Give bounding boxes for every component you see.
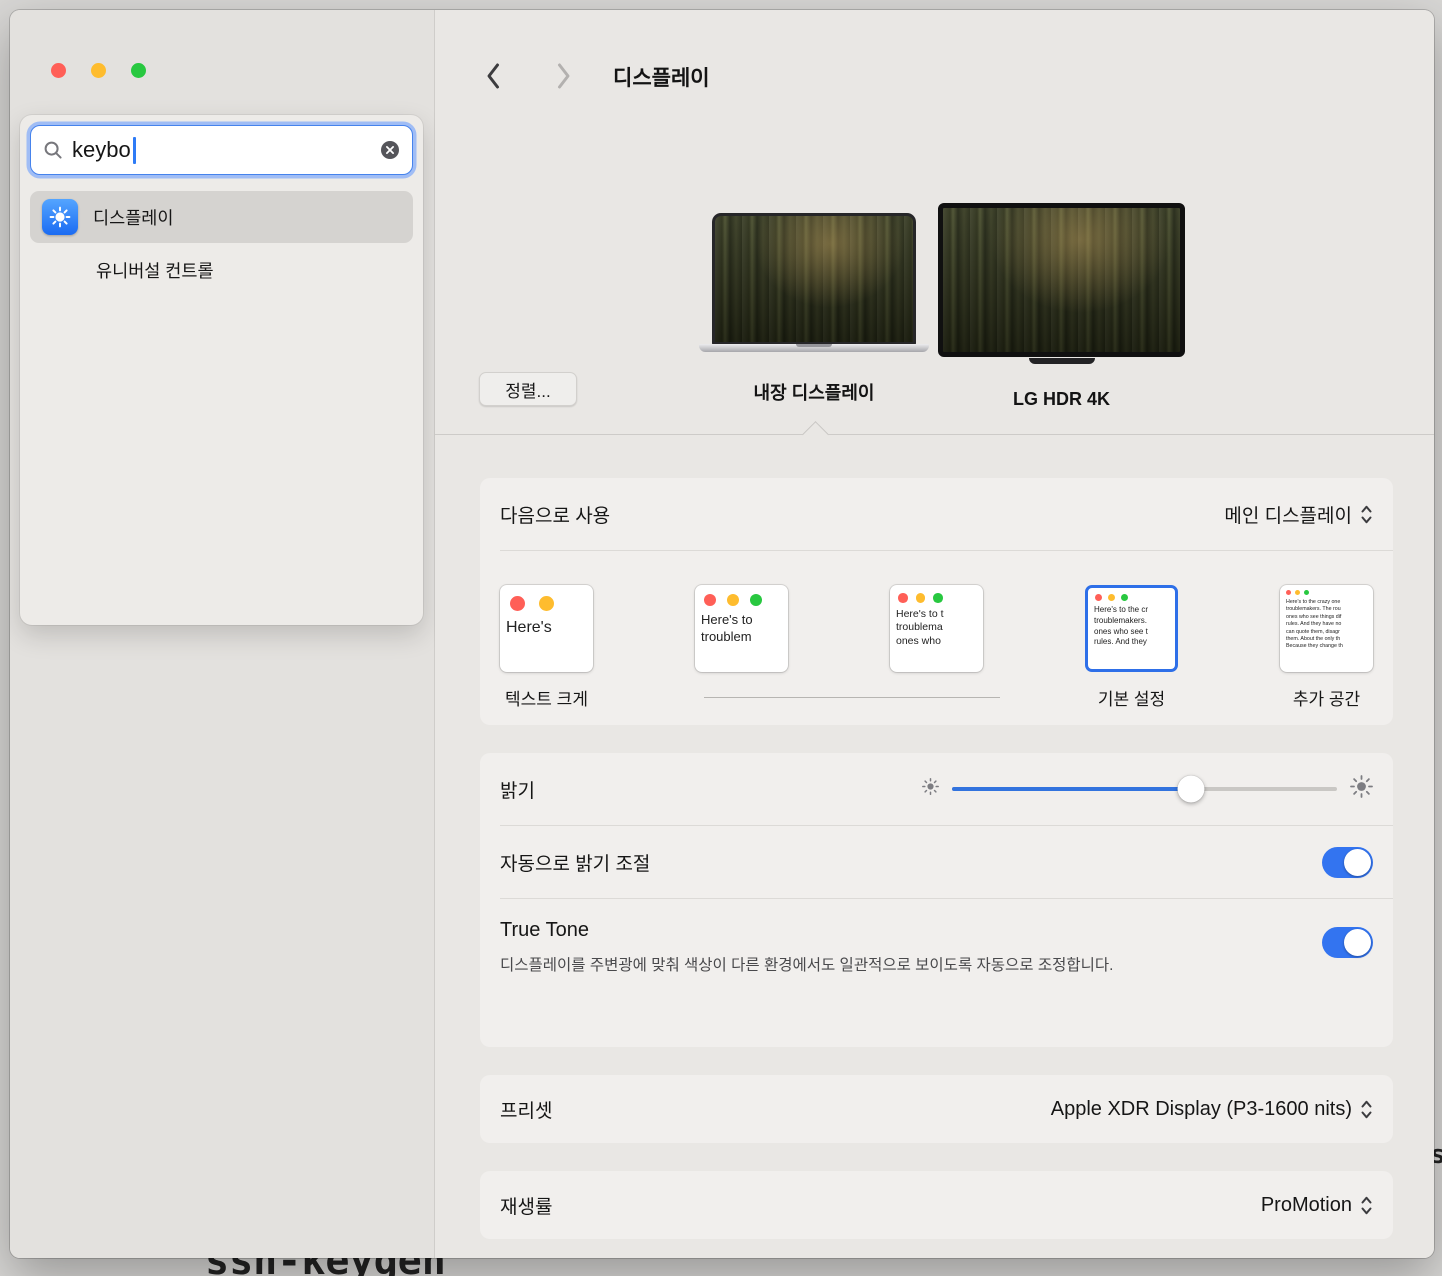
monitor-stand	[1029, 358, 1095, 364]
brightness-bright-icon	[1350, 775, 1373, 803]
toggle-knob	[1344, 929, 1371, 956]
minimize-button[interactable]	[91, 63, 106, 78]
mini-traffic-lights	[695, 585, 788, 611]
auto-brightness-label: 자동으로 밝기 조절	[500, 849, 650, 876]
refresh-rate-label: 재생률	[500, 1192, 552, 1219]
scaling-option-2[interactable]: Here's totroublem	[695, 585, 788, 707]
search-icon	[43, 140, 63, 160]
search-result-label: 유니버설 컨트롤	[96, 258, 214, 283]
auto-brightness-row: 자동으로 밝기 조절	[480, 826, 1393, 898]
builtin-display-wallpaper	[712, 213, 916, 345]
preview-text: Here's to the crtroublemakers.ones who s…	[1088, 604, 1175, 649]
search-result-universal-control[interactable]: 유니버설 컨트롤	[30, 247, 413, 293]
use-as-dropdown[interactable]: 메인 디스플레이	[1224, 501, 1373, 528]
brightness-card: 밝기	[480, 753, 1393, 1047]
resolution-preview: Here's to the crazy onetroublemakers. Th…	[1280, 585, 1373, 672]
displays-arrangement-zone: 정렬... 내장 디스플레이 LG HDR 4K	[435, 10, 1434, 435]
mini-traffic-lights	[1280, 585, 1373, 598]
preview-text: Here's to the crazy onetroublemakers. Th…	[1280, 598, 1373, 652]
preset-value: Apple XDR Display (P3-1600 nits)	[1051, 1098, 1352, 1121]
search-query-text: keybo	[72, 137, 131, 163]
use-as-label: 다음으로 사용	[500, 501, 610, 528]
brightness-slider-thumb[interactable]	[1177, 776, 1204, 803]
resolution-preview: Here's to the crtroublemakers.ones who s…	[1085, 585, 1178, 672]
settings-scroll-area: 다음으로 사용 메인 디스플레이 Here's 텍스트 크게 Here's totr…	[435, 435, 1434, 1258]
refresh-rate-row: 재생률 ProMotion	[480, 1171, 1393, 1239]
close-button[interactable]	[51, 63, 66, 78]
preview-text: Here's	[500, 617, 593, 640]
auto-brightness-toggle[interactable]	[1322, 847, 1373, 878]
scaling-option-label: 추가 공간	[1293, 685, 1360, 707]
scaling-option-label: 텍스트 크게	[505, 685, 588, 707]
true-tone-row: True Tone 디스플레이를 주변광에 맞춰 색상이 다른 환경에서도 일관…	[480, 899, 1393, 1047]
display-settings-icon	[42, 199, 78, 235]
laptop-base	[699, 344, 929, 352]
brightness-row: 밝기	[480, 753, 1393, 825]
true-tone-label: True Tone	[500, 919, 1113, 942]
scaling-option-3[interactable]: Here's to ttroublemaones who	[890, 585, 983, 707]
toggle-knob	[1344, 849, 1371, 876]
scaling-section: Here's 텍스트 크게 Here's totroublem Here's to t…	[480, 551, 1393, 725]
true-tone-description: 디스플레이를 주변광에 맞춰 색상이 다른 환경에서도 일관적으로 보이도록 자…	[500, 951, 1113, 981]
mini-traffic-lights	[890, 585, 983, 607]
scaling-option-5[interactable]: Here's to the crazy onetroublemakers. Th…	[1280, 585, 1373, 707]
scaling-tick-line	[704, 697, 1001, 698]
search-results-panel: keybo	[20, 115, 423, 625]
search-results-list: 디스플레이 유니버설 컨트롤	[30, 191, 413, 293]
search-result-display[interactable]: 디스플레이	[30, 191, 413, 243]
resolution-preview: Here's to ttroublemaones who	[890, 585, 983, 672]
brightness-slider[interactable]	[952, 787, 1337, 791]
clear-search-button[interactable]	[380, 140, 400, 160]
display-settings-pane: 디스플레이 정렬... 내장 디스플레이 LG HDR 4K 다음으로 사용	[435, 10, 1434, 1258]
display-mode-card: 다음으로 사용 메인 디스플레이 Here's 텍스트 크게 Here's totr…	[480, 478, 1393, 725]
mini-traffic-lights	[500, 585, 593, 617]
system-settings-window: keybo	[10, 10, 1434, 1258]
external-display-thumbnail[interactable]: LG HDR 4K	[938, 203, 1185, 410]
text-cursor	[133, 137, 136, 164]
resolution-preview: Here's	[500, 585, 593, 672]
true-tone-toggle[interactable]	[1322, 927, 1373, 958]
preview-text: Here's totroublem	[695, 611, 788, 647]
brightness-label: 밝기	[500, 776, 535, 803]
true-tone-text: True Tone 디스플레이를 주변광에 맞춰 색상이 다른 환경에서도 일관…	[500, 919, 1113, 981]
preset-dropdown[interactable]: Apple XDR Display (P3-1600 nits)	[1051, 1098, 1373, 1121]
use-as-value: 메인 디스플레이	[1224, 501, 1352, 528]
brightness-slider-fill	[952, 787, 1191, 791]
external-display-wallpaper	[938, 203, 1185, 357]
scaling-options: Here's 텍스트 크게 Here's totroublem Here's to t…	[500, 585, 1373, 707]
search-result-label: 디스플레이	[93, 205, 174, 230]
mini-traffic-lights	[1088, 588, 1175, 604]
refresh-rate-dropdown[interactable]: ProMotion	[1261, 1194, 1373, 1217]
preset-label: 프리셋	[500, 1096, 552, 1123]
preview-text: Here's to ttroublemaones who	[890, 607, 983, 650]
builtin-display-name: 내장 디스플레이	[699, 379, 929, 405]
chevron-updown-icon	[1360, 1099, 1373, 1120]
scaling-option-4[interactable]: Here's to the crtroublemakers.ones who s…	[1085, 585, 1178, 707]
preset-card: 프리셋 Apple XDR Display (P3-1600 nits)	[480, 1075, 1393, 1143]
search-input[interactable]: keybo	[30, 125, 413, 175]
arrange-button[interactable]: 정렬...	[479, 372, 577, 406]
window-controls	[51, 63, 146, 78]
scaling-option-1[interactable]: Here's 텍스트 크게	[500, 585, 593, 707]
brightness-dim-icon	[922, 778, 939, 800]
brightness-control	[922, 775, 1373, 803]
preset-row: 프리셋 Apple XDR Display (P3-1600 nits)	[480, 1075, 1393, 1143]
chevron-updown-icon	[1360, 504, 1373, 525]
zoom-button[interactable]	[131, 63, 146, 78]
scaling-option-label: 기본 설정	[1098, 685, 1165, 707]
builtin-display-thumbnail[interactable]: 내장 디스플레이	[699, 213, 929, 405]
refresh-rate-card: 재생률 ProMotion	[480, 1171, 1393, 1239]
sidebar: keybo	[10, 10, 435, 1258]
refresh-rate-value: ProMotion	[1261, 1194, 1352, 1217]
use-as-row: 다음으로 사용 메인 디스플레이	[480, 478, 1393, 550]
chevron-updown-icon	[1360, 1195, 1373, 1216]
external-display-name: LG HDR 4K	[938, 389, 1185, 410]
resolution-preview: Here's totroublem	[695, 585, 788, 672]
